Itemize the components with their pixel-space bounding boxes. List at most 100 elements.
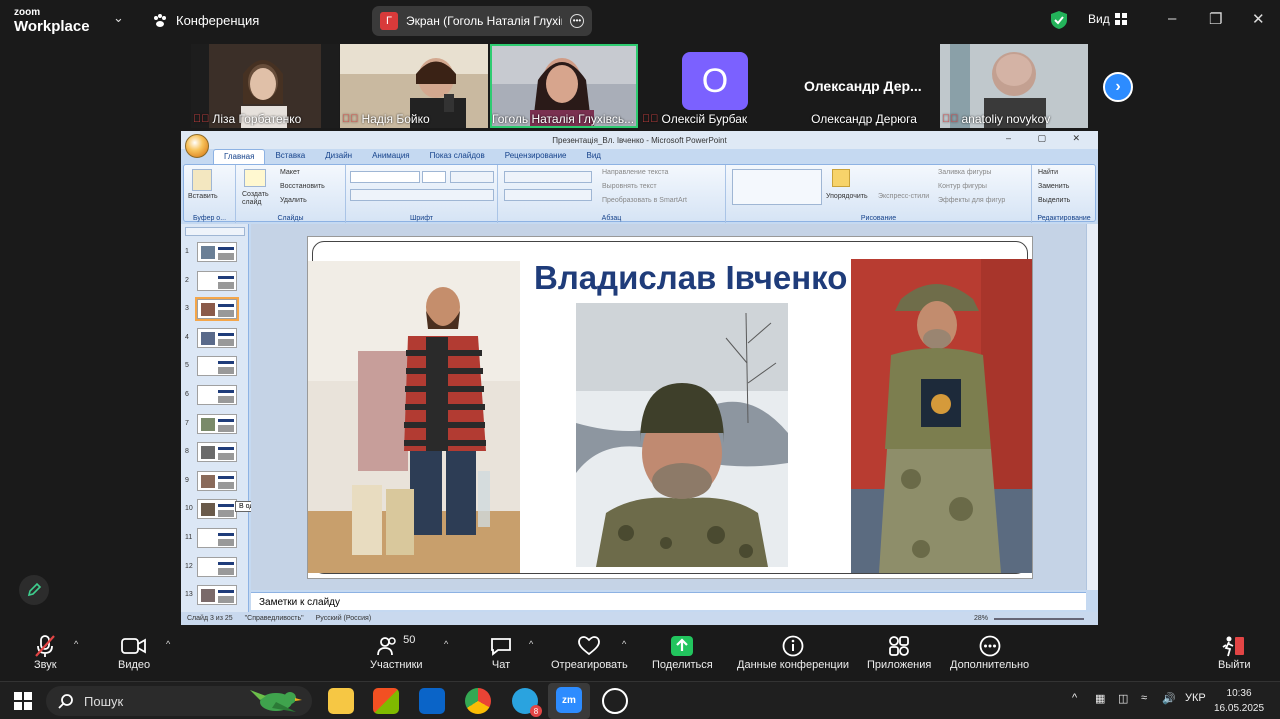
reset-button[interactable]: Восстановить bbox=[280, 183, 325, 190]
zoom-slider[interactable] bbox=[994, 617, 1084, 620]
video-options-caret[interactable]: ^ bbox=[166, 639, 170, 649]
share-button[interactable]: Поделиться bbox=[652, 633, 713, 679]
microsoft-store-icon[interactable] bbox=[373, 688, 399, 714]
participants-button[interactable]: 50 Участники bbox=[370, 633, 423, 679]
slide-thumbnail[interactable] bbox=[197, 470, 237, 491]
volume-icon[interactable]: 🔊 bbox=[1162, 692, 1176, 705]
participants-options-caret[interactable]: ^ bbox=[444, 639, 448, 649]
slide-thumbnail[interactable] bbox=[197, 528, 237, 548]
shape-fill-button[interactable]: Заливка фигуры bbox=[938, 169, 991, 176]
taskbar-search[interactable]: Пошук bbox=[46, 686, 312, 716]
font-size-buttons[interactable] bbox=[450, 171, 494, 183]
participant-tile-active-speaker[interactable]: Гоголь Наталія Глухівсь... bbox=[490, 44, 638, 128]
ppt-window-controls[interactable]: – ▢ ✕ bbox=[1006, 133, 1092, 144]
slide-thumbnail[interactable] bbox=[197, 356, 237, 377]
slide-thumbnail[interactable] bbox=[197, 442, 237, 463]
arrange-button[interactable]: Упорядочить bbox=[826, 193, 868, 200]
replace-button[interactable]: Заменить bbox=[1038, 183, 1069, 190]
panel-tabs[interactable] bbox=[185, 227, 245, 236]
slide-thumbnail[interactable] bbox=[195, 297, 239, 322]
participant-tile[interactable]: О 🎙⃠ Олексій Бурбак bbox=[640, 44, 788, 128]
tab-review[interactable]: Рецензирование bbox=[495, 149, 577, 164]
telegram-icon[interactable]: 8 bbox=[512, 688, 542, 717]
windows-start-icon[interactable] bbox=[14, 692, 32, 710]
slide-notes-field[interactable]: Заметки к слайду bbox=[251, 592, 1086, 610]
next-page-button[interactable]: › bbox=[1103, 72, 1133, 102]
screen-share-pill[interactable]: Г Экран (Гоголь Наталія Глухівсь ••• bbox=[372, 6, 592, 36]
tray-overflow-icon[interactable]: ^ bbox=[1072, 692, 1077, 704]
tab-insert[interactable]: Вставка bbox=[265, 149, 315, 164]
more-button[interactable]: Дополнительно bbox=[950, 633, 1029, 679]
font-name-field[interactable] bbox=[350, 171, 420, 183]
tab-animation[interactable]: Анимация bbox=[362, 149, 420, 164]
chat-button[interactable]: Чат bbox=[490, 633, 512, 679]
new-slide-icon[interactable] bbox=[244, 169, 266, 187]
audio-button[interactable]: Звук bbox=[34, 633, 57, 679]
language-indicator[interactable]: УКР bbox=[1185, 692, 1206, 704]
restore-icon[interactable]: ❐ bbox=[1209, 10, 1222, 28]
react-options-caret[interactable]: ^ bbox=[622, 639, 626, 649]
paste-icon[interactable] bbox=[192, 169, 212, 191]
close-icon[interactable]: ✕ bbox=[1252, 10, 1265, 28]
new-slide-button[interactable]: Создать слайд bbox=[242, 191, 278, 207]
wifi-icon[interactable]: ≈ bbox=[1141, 692, 1147, 704]
zoom-taskbar-active[interactable]: zm bbox=[548, 683, 590, 719]
font-size-field[interactable] bbox=[422, 171, 446, 183]
tab-view[interactable]: Вид bbox=[577, 149, 611, 164]
slide-thumbnail[interactable] bbox=[197, 499, 237, 520]
quick-styles-button[interactable]: Экспресс-стили bbox=[878, 193, 929, 200]
shield-check-icon[interactable] bbox=[1050, 10, 1068, 30]
zoom-level[interactable]: 28% bbox=[968, 615, 994, 622]
meeting-info-button[interactable]: Данные конференции bbox=[737, 633, 849, 679]
tray-icon[interactable]: ▦ bbox=[1095, 692, 1105, 705]
chrome-icon[interactable] bbox=[465, 688, 491, 714]
outlook-icon[interactable] bbox=[419, 688, 445, 714]
slide-thumbnail[interactable] bbox=[197, 327, 237, 348]
participant-tile[interactable]: 🎙⃠ Надія Бойко bbox=[340, 44, 488, 128]
participant-tile[interactable]: Олександр Дер... Олександр Дерюга bbox=[790, 44, 938, 128]
tab-design[interactable]: Дизайн bbox=[315, 149, 362, 164]
file-explorer-icon[interactable] bbox=[328, 688, 354, 714]
video-button[interactable]: Видео bbox=[118, 633, 150, 679]
participant-tile[interactable]: 🎙⃠ Ліза Горбатенко bbox=[191, 44, 339, 128]
paste-button[interactable]: Вставить bbox=[188, 193, 218, 200]
tab-slide-show[interactable]: Показ слайдов bbox=[420, 149, 495, 164]
arrange-icon[interactable] bbox=[832, 169, 850, 187]
participant-tile[interactable]: 🎙⃠ anatoliy novykov bbox=[940, 44, 1088, 128]
slide-thumbnail[interactable] bbox=[197, 385, 237, 405]
slide-thumbnail[interactable] bbox=[197, 242, 237, 262]
list-buttons[interactable] bbox=[504, 171, 592, 183]
tab-home[interactable]: Главная bbox=[213, 149, 266, 164]
shape-outline-button[interactable]: Контур фигуры bbox=[938, 183, 987, 190]
layout-button[interactable]: Макет bbox=[280, 169, 300, 176]
office-button[interactable] bbox=[185, 134, 209, 158]
shape-effects-button[interactable]: Эффекты для фигур bbox=[938, 197, 1005, 204]
annotate-button[interactable] bbox=[19, 575, 49, 605]
apps-button[interactable]: Приложения bbox=[867, 633, 931, 679]
leave-button[interactable]: Выйти bbox=[1218, 633, 1251, 679]
react-button[interactable]: Отреагировать bbox=[551, 633, 628, 679]
slide-thumbnail[interactable] bbox=[197, 413, 237, 434]
conference-menu[interactable]: Конференция bbox=[152, 13, 259, 28]
slide-thumbnail[interactable] bbox=[197, 270, 237, 291]
align-text-button[interactable]: Выровнять текст bbox=[602, 183, 657, 190]
select-button[interactable]: Выделить bbox=[1038, 197, 1070, 204]
chat-options-caret[interactable]: ^ bbox=[529, 639, 533, 649]
font-format-buttons[interactable] bbox=[350, 189, 494, 201]
align-buttons[interactable] bbox=[504, 189, 592, 201]
slide-thumbnail[interactable] bbox=[197, 556, 237, 577]
minimize-icon[interactable]: – bbox=[1168, 10, 1176, 27]
vertical-scrollbar[interactable] bbox=[1086, 224, 1098, 590]
chevron-down-icon[interactable]: ⌄ bbox=[113, 10, 124, 26]
slide-thumbnail[interactable] bbox=[197, 585, 237, 606]
text-direction-button[interactable]: Направление текста bbox=[602, 169, 668, 176]
shapes-gallery[interactable] bbox=[732, 169, 822, 205]
delete-button[interactable]: Удалить bbox=[280, 197, 307, 204]
view-menu[interactable]: Вид bbox=[1088, 12, 1127, 26]
smartart-button[interactable]: Преобразовать в SmartArt bbox=[602, 197, 687, 204]
battery-icon[interactable]: ◫ bbox=[1118, 692, 1128, 705]
taskbar-clock[interactable]: 10:36 16.05.2025 bbox=[1214, 686, 1264, 716]
audio-options-caret[interactable]: ^ bbox=[74, 639, 78, 649]
find-button[interactable]: Найти bbox=[1038, 169, 1058, 176]
more-options-icon[interactable]: ••• bbox=[570, 14, 584, 28]
